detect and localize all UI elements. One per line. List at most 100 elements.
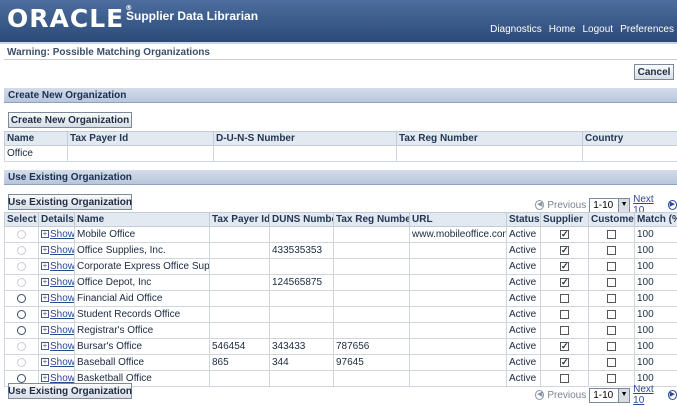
cell-status: Active: [507, 323, 541, 339]
supplier-checkbox: [560, 310, 569, 319]
cell-supplier: ✓: [541, 259, 589, 275]
select-radio[interactable]: [17, 374, 26, 383]
expand-icon[interactable]: +: [41, 294, 49, 302]
cell-select: [5, 243, 39, 259]
previous-arrow-icon: ◀: [535, 390, 544, 400]
range-select[interactable]: 1-10▼: [589, 388, 630, 403]
cell-name: Student Records Office: [75, 307, 210, 323]
create-new-organization-button[interactable]: Create New Organization: [8, 112, 132, 128]
cell-duns-number: 433535353: [270, 243, 334, 259]
show-details-link[interactable]: Show: [50, 277, 75, 288]
title-divider: [4, 59, 677, 60]
expand-icon[interactable]: +: [41, 358, 49, 366]
cell-select: [5, 291, 39, 307]
column-header-tax-reg-number: Tax Reg Number: [397, 132, 583, 146]
cell-select: [5, 227, 39, 243]
expand-icon[interactable]: +: [41, 230, 49, 238]
use-existing-organization-button-bottom[interactable]: Use Existing Organization: [8, 383, 132, 399]
show-details-link[interactable]: Show: [50, 325, 75, 336]
table-body: +ShowMobile Officewww.mobileoffice.comAc…: [5, 227, 677, 387]
cell-supplier: ✓: [541, 339, 589, 355]
select-radio: [17, 262, 26, 271]
previous-arrow-icon: ◀: [535, 200, 544, 210]
column-header-tax-reg-number: Tax Reg Number: [334, 213, 410, 227]
expand-icon[interactable]: +: [41, 278, 49, 286]
cell-details: +Show: [39, 291, 75, 307]
cell-supplier: [541, 323, 589, 339]
cell-url: [410, 275, 507, 291]
show-details-link[interactable]: Show: [50, 245, 75, 256]
logout-link[interactable]: Logout: [582, 24, 613, 35]
expand-icon[interactable]: +: [41, 246, 49, 254]
column-header-select: Select: [5, 213, 39, 227]
cell-tax-payer-id: 865: [210, 355, 270, 371]
next-arrow-icon[interactable]: ▶: [668, 390, 677, 400]
cell-duns-number: [270, 323, 334, 339]
expand-icon[interactable]: +: [41, 326, 49, 334]
select-radio[interactable]: [17, 294, 26, 303]
select-radio[interactable]: [17, 310, 26, 319]
column-header-url: URL: [410, 213, 507, 227]
select-radio[interactable]: [17, 326, 26, 335]
customer-checkbox: [607, 294, 616, 303]
cancel-button[interactable]: Cancel: [634, 64, 674, 80]
cell-customer: [589, 259, 635, 275]
cell-select: [5, 323, 39, 339]
cell-tax-reg-number: [334, 275, 410, 291]
cell-customer: [589, 243, 635, 259]
cell-status: Active: [507, 355, 541, 371]
table-row: +ShowOffice Depot, Inc124565875Active✓10…: [5, 275, 677, 291]
use-existing-organization-button-top[interactable]: Use Existing Organization: [8, 194, 132, 210]
cell-details: +Show: [39, 227, 75, 243]
show-details-link[interactable]: Show: [50, 293, 75, 304]
matching-organizations-table: Select Details Name Tax Payer Id DUNS Nu…: [4, 212, 677, 387]
page-title: Warning: Possible Matching Organizations: [7, 47, 210, 58]
cell-tax-reg-number: [334, 259, 410, 275]
show-details-link[interactable]: Show: [50, 341, 75, 352]
column-header-status: Status: [507, 213, 541, 227]
cell-name: Financial Aid Office: [75, 291, 210, 307]
customer-checkbox: [607, 358, 616, 367]
home-link[interactable]: Home: [549, 24, 576, 35]
diagnostics-link[interactable]: Diagnostics: [490, 24, 542, 35]
next-arrow-icon[interactable]: ▶: [668, 200, 677, 210]
expand-icon[interactable]: +: [41, 342, 49, 350]
customer-checkbox: [607, 374, 616, 383]
cell-tax-reg-number: [334, 227, 410, 243]
show-details-link[interactable]: Show: [50, 309, 75, 320]
cell-match: 100: [635, 355, 677, 371]
cell-name: Corporate Express Office Supply: [75, 259, 210, 275]
cell-name: Baseball Office: [75, 355, 210, 371]
column-header-details: Details: [39, 213, 75, 227]
chevron-down-icon: ▼: [618, 199, 629, 212]
cell-details: +Show: [39, 243, 75, 259]
table-header-row: Select Details Name Tax Payer Id DUNS Nu…: [5, 213, 677, 227]
range-select[interactable]: 1-10▼: [589, 198, 630, 213]
create-organization-table: Name Tax Payer Id D-U-N-S Number Tax Reg…: [4, 131, 677, 162]
cell-supplier: ✓: [541, 227, 589, 243]
show-details-link[interactable]: Show: [50, 261, 75, 272]
preferences-link[interactable]: Preferences: [620, 24, 674, 35]
expand-icon[interactable]: +: [41, 374, 49, 382]
cell-tax-reg-number: [334, 323, 410, 339]
expand-icon[interactable]: +: [41, 262, 49, 270]
column-header-duns-number: DUNS Number: [270, 213, 334, 227]
create-section-header: Create New Organization: [4, 88, 677, 103]
supplier-checkbox: ✓: [560, 230, 569, 239]
show-details-link[interactable]: Show: [50, 357, 75, 368]
supplier-checkbox: ✓: [560, 262, 569, 271]
cell-customer: [589, 323, 635, 339]
table-row: +ShowFinancial Aid OfficeActive100: [5, 291, 677, 307]
next-link[interactable]: Next 10: [633, 384, 665, 406]
cell-tax-payer-id: [210, 291, 270, 307]
show-details-link[interactable]: Show: [50, 229, 75, 240]
column-header-country: Country: [583, 132, 677, 146]
cell-tax-reg-number: [334, 291, 410, 307]
column-header-tax-payer-id: Tax Payer Id: [68, 132, 214, 146]
column-header-tax-payer-id: Tax Payer Id: [210, 213, 270, 227]
select-radio: [17, 230, 26, 239]
expand-icon[interactable]: +: [41, 310, 49, 318]
cell-status: Active: [507, 291, 541, 307]
cell-details: +Show: [39, 259, 75, 275]
supplier-checkbox: ✓: [560, 342, 569, 351]
